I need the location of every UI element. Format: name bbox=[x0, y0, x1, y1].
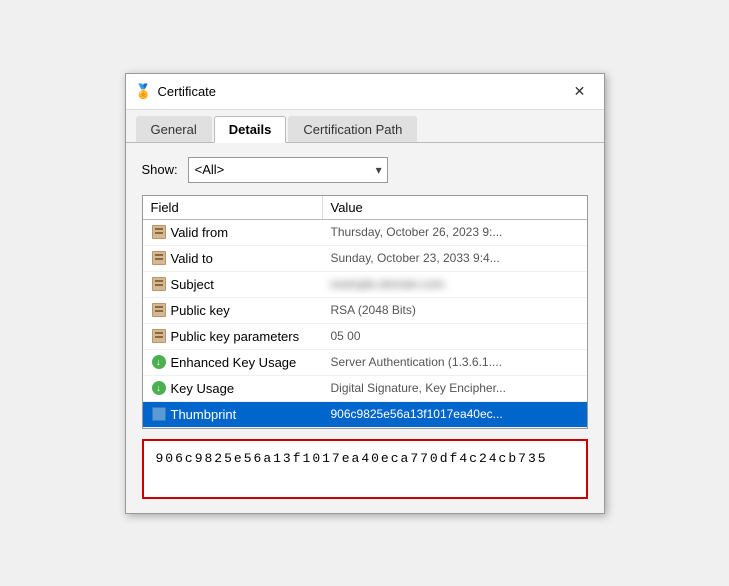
dialog-title: Certificate bbox=[158, 84, 217, 99]
table-row[interactable]: Valid to Sunday, October 23, 2033 9:4... bbox=[143, 246, 587, 272]
detail-value-text: 906c9825e56a13f1017ea40eca770df4c24cb735 bbox=[156, 451, 548, 466]
certificate-dialog: 🏅 Certificate ✕ General Details Certific… bbox=[125, 73, 605, 514]
field-cell: Public key parameters bbox=[143, 325, 323, 347]
fields-table: Field Value Valid from Thursday, October… bbox=[142, 195, 588, 429]
table-row[interactable]: Valid from Thursday, October 26, 2023 9:… bbox=[143, 220, 587, 246]
doc-icon bbox=[151, 224, 167, 240]
field-cell: ↓ Enhanced Key Usage bbox=[143, 351, 323, 373]
tab-details[interactable]: Details bbox=[214, 116, 287, 143]
field-cell: Public key bbox=[143, 299, 323, 321]
show-label: Show: bbox=[142, 162, 178, 177]
value-column-header: Value bbox=[323, 196, 587, 219]
doc-icon bbox=[151, 302, 167, 318]
value-cell: Thursday, October 26, 2023 9:... bbox=[323, 222, 587, 242]
table-row[interactable]: Subject example.domain.com bbox=[143, 272, 587, 298]
title-bar-left: 🏅 Certificate bbox=[136, 83, 217, 99]
doc-icon bbox=[151, 328, 167, 344]
table-header: Field Value bbox=[143, 196, 587, 220]
tab-content: Show: <All> Version 1 Fields Only Extens… bbox=[126, 143, 604, 513]
green-icon: ↓ bbox=[151, 380, 167, 396]
title-bar: 🏅 Certificate ✕ bbox=[126, 74, 604, 110]
tab-certification-path[interactable]: Certification Path bbox=[288, 116, 417, 142]
table-row[interactable]: ↓ Key Usage Digital Signature, Key Encip… bbox=[143, 376, 587, 402]
table-scroll-area[interactable]: Valid from Thursday, October 26, 2023 9:… bbox=[143, 220, 587, 428]
field-cell: ↓ Key Usage bbox=[143, 377, 323, 399]
show-select[interactable]: <All> Version 1 Fields Only Extensions O… bbox=[188, 157, 388, 183]
value-cell: Server Authentication (1.3.6.1.... bbox=[323, 352, 587, 372]
value-cell: example.domain.com bbox=[323, 274, 587, 294]
table-row[interactable]: ↓ Enhanced Key Usage Server Authenticati… bbox=[143, 350, 587, 376]
field-column-header: Field bbox=[143, 196, 323, 219]
field-cell: Thumbprint bbox=[143, 403, 323, 425]
field-cell: Valid to bbox=[143, 247, 323, 269]
value-cell: 906c9825e56a13f1017ea40ec... bbox=[323, 404, 587, 424]
tab-bar: General Details Certification Path bbox=[126, 110, 604, 143]
table-row-selected[interactable]: Thumbprint 906c9825e56a13f1017ea40ec... bbox=[143, 402, 587, 428]
tab-general[interactable]: General bbox=[136, 116, 212, 142]
show-select-wrapper: <All> Version 1 Fields Only Extensions O… bbox=[188, 157, 388, 183]
table-row[interactable]: Public key RSA (2048 Bits) bbox=[143, 298, 587, 324]
blue-doc-icon bbox=[151, 406, 167, 422]
detail-value-box: 906c9825e56a13f1017ea40eca770df4c24cb735 bbox=[142, 439, 588, 499]
show-row: Show: <All> Version 1 Fields Only Extens… bbox=[142, 157, 588, 183]
doc-icon bbox=[151, 250, 167, 266]
doc-icon bbox=[151, 276, 167, 292]
value-cell: RSA (2048 Bits) bbox=[323, 300, 587, 320]
value-cell: Sunday, October 23, 2033 9:4... bbox=[323, 248, 587, 268]
green-icon: ↓ bbox=[151, 354, 167, 370]
field-cell: Subject bbox=[143, 273, 323, 295]
value-cell: Digital Signature, Key Encipher... bbox=[323, 378, 587, 398]
certificate-icon: 🏅 bbox=[136, 83, 152, 99]
close-button[interactable]: ✕ bbox=[566, 79, 594, 103]
field-cell: Valid from bbox=[143, 221, 323, 243]
table-row[interactable]: Public key parameters 05 00 bbox=[143, 324, 587, 350]
value-cell: 05 00 bbox=[323, 326, 587, 346]
